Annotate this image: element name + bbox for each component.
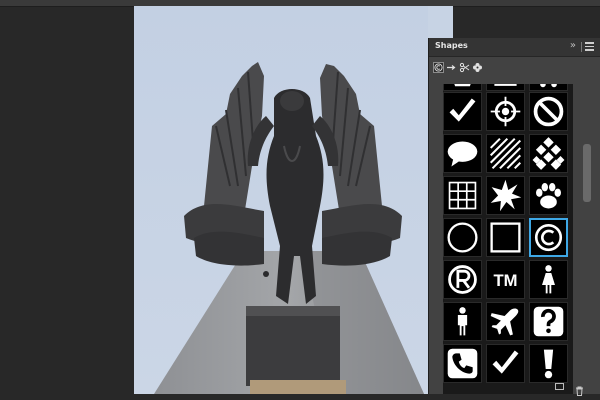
flower-icon[interactable] [472,62,483,73]
paw-print-shape[interactable] [529,176,568,215]
copyright-shape[interactable] [529,218,568,257]
female-figure-shape[interactable] [529,260,568,299]
svg-text:TM: TM [493,271,517,290]
starburst-shape[interactable] [486,176,525,215]
shape-tile[interactable] [529,84,568,91]
shape-tile[interactable] [486,84,525,91]
diagonal-hatch-shape[interactable] [486,134,525,173]
copyright-icon[interactable] [433,62,444,73]
scroll-thumb[interactable] [583,144,591,202]
help-shape[interactable] [529,302,568,341]
canvas-edge [428,6,453,38]
new-group-icon[interactable] [555,383,564,390]
trademark-shape[interactable]: TM [486,260,525,299]
shape-grid: TM [443,84,573,394]
registered-shape[interactable] [443,260,482,299]
square-frame-shape[interactable] [486,218,525,257]
exclamation-shape[interactable] [529,344,568,383]
panel-bottom-bar [429,380,600,396]
panel-scrollbar[interactable] [581,84,593,380]
male-figure-shape[interactable] [443,302,482,341]
arrow-right-icon[interactable] [446,62,457,73]
panel-menu-icon[interactable] [585,41,594,51]
speech-bubble-shape[interactable] [443,134,482,173]
target-shape[interactable] [486,92,525,131]
collapse-panel-button[interactable]: » [570,40,576,52]
scissors-icon[interactable] [459,62,470,73]
circle-frame-shape[interactable] [443,218,482,257]
document-canvas[interactable] [134,6,428,394]
panel-title: Shapes [435,41,468,50]
no-symbol-shape[interactable] [529,92,568,131]
checkmark-shape[interactable] [443,92,482,131]
statue-photo [134,6,428,394]
airplane-shape[interactable] [486,302,525,341]
header-divider [581,42,582,52]
trash-icon[interactable] [575,381,584,396]
telephone-shape[interactable] [443,344,482,383]
grid-shape[interactable] [443,176,482,215]
shape-tile[interactable] [443,84,482,91]
checkerboard-shape[interactable] [529,134,568,173]
checkmark-shape[interactable] [486,344,525,383]
shapes-panel: Shapes » TM [428,38,600,396]
panel-header: Shapes » [429,38,600,57]
